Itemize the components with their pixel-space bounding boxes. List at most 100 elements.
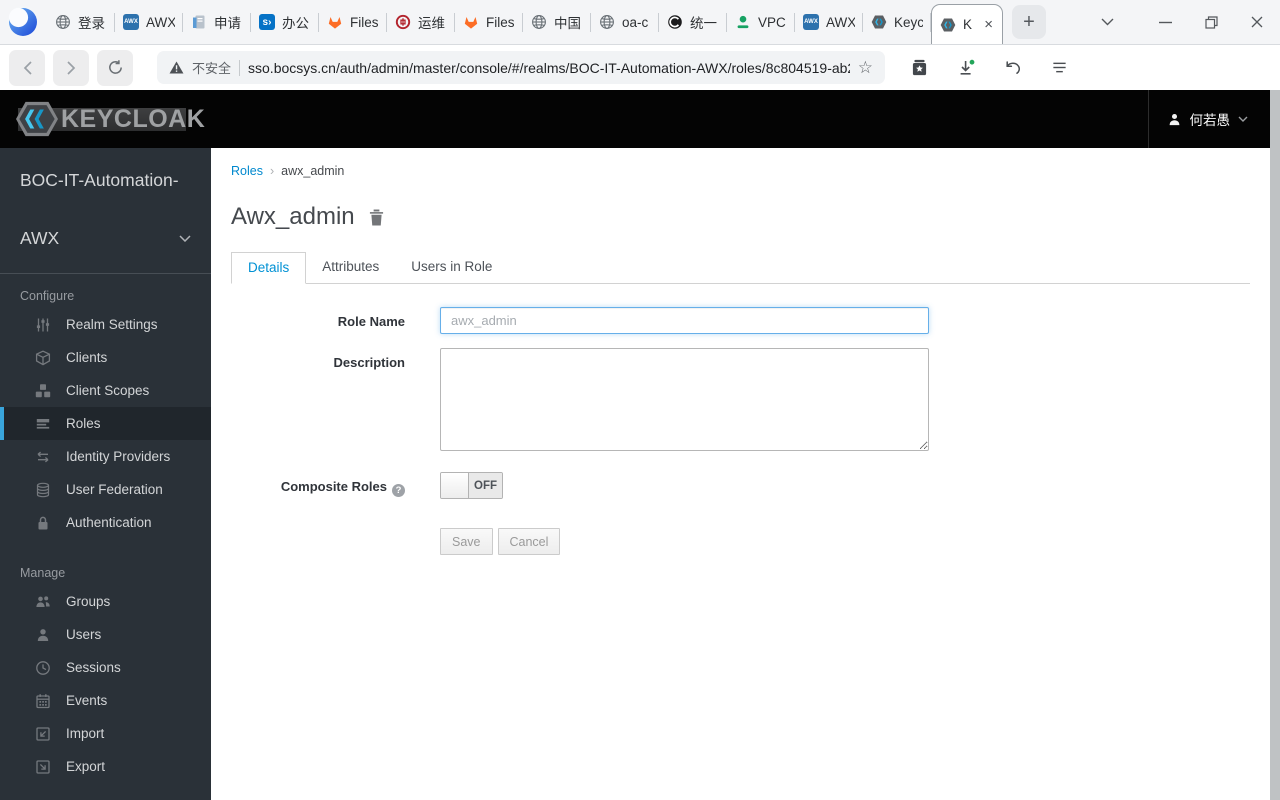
import-icon xyxy=(34,726,52,742)
tab-label: 运维 xyxy=(418,16,445,31)
sidebar-item-clients[interactable]: Clients xyxy=(0,341,211,374)
tab-label: K xyxy=(963,17,973,32)
lock-icon xyxy=(34,515,52,531)
browser-tab-files[interactable]: Files xyxy=(455,0,523,44)
calendar-icon xyxy=(34,693,52,709)
browser-tab-awx[interactable]: AWX AWX xyxy=(795,0,863,44)
sidebar-item-label: Groups xyxy=(66,594,111,609)
collections-icon[interactable] xyxy=(911,59,928,76)
sidebar-item-label: Sessions xyxy=(66,660,121,675)
role-name-label: Role Name xyxy=(337,314,405,329)
tab-users-in-role[interactable]: Users in Role xyxy=(395,252,508,283)
delete-role-trash-icon[interactable] xyxy=(369,209,384,226)
keycloak-logo: KEYCLOAK xyxy=(16,99,205,139)
restore-window-icon[interactable] xyxy=(1188,0,1234,44)
user-menu[interactable]: 何若愚 xyxy=(1147,90,1271,148)
url-field[interactable]: 不安全 sso.bocsys.cn/auth/admin/master/cons… xyxy=(157,51,885,84)
browser-tab-oa-c[interactable]: oa-c xyxy=(591,0,659,44)
sidebar-item-identity-providers[interactable]: Identity Providers xyxy=(0,440,211,473)
sidebar-item-export[interactable]: Export xyxy=(0,750,211,783)
tab-search-chevron-icon[interactable] xyxy=(1084,0,1130,44)
browser-tab-中国[interactable]: 中国 xyxy=(523,0,591,44)
page-scrollbar[interactable] xyxy=(1270,90,1280,800)
download-icon[interactable] xyxy=(957,59,975,77)
sidebar-item-roles[interactable]: Roles xyxy=(0,407,211,440)
tab-label: oa-c xyxy=(622,14,649,30)
composite-roles-toggle[interactable]: OFF xyxy=(440,472,503,499)
sidebar: BOC-IT-Automation- AWX Configure Realm Se… xyxy=(0,148,211,800)
browser-tab-keyc[interactable]: Keyc xyxy=(863,0,931,44)
save-button[interactable]: Save xyxy=(440,528,493,555)
tab-label: AWX xyxy=(826,14,855,30)
browser-tab-awx[interactable]: AWX AWX xyxy=(115,0,183,44)
tab-label: 申请 xyxy=(214,16,241,31)
tab-attributes[interactable]: Attributes xyxy=(306,252,395,283)
browser-tab-k[interactable]: K × xyxy=(931,4,1003,44)
user-icon xyxy=(1167,112,1182,127)
cube-icon xyxy=(34,349,52,366)
bookmark-star-icon[interactable]: ☆ xyxy=(858,58,873,78)
undo-icon[interactable] xyxy=(1004,59,1022,77)
breadcrumb-roles-link[interactable]: Roles xyxy=(231,164,263,178)
tab-details[interactable]: Details xyxy=(231,252,307,284)
sidebar-divider xyxy=(0,273,211,274)
browser-tab-办公[interactable]: s› 办公 xyxy=(251,0,319,44)
role-name-input[interactable] xyxy=(440,307,929,334)
close-window-icon[interactable] xyxy=(1234,0,1280,44)
globe-favicon xyxy=(599,14,615,30)
user-icon xyxy=(34,627,52,643)
tab-label: VPC xyxy=(758,14,786,30)
brand-text: KEYCLOAK xyxy=(61,104,206,133)
sidebar-item-groups[interactable]: Groups xyxy=(0,585,211,618)
realm-selector[interactable]: AWX xyxy=(20,228,191,249)
awx-favicon: AWX xyxy=(123,14,139,30)
tab-label: Files xyxy=(350,14,379,30)
toggle-off-label: OFF xyxy=(469,473,502,498)
close-tab-icon[interactable]: × xyxy=(983,17,994,32)
sidebar-item-sessions[interactable]: Sessions xyxy=(0,651,211,684)
browser-tab-登录[interactable]: 登录 xyxy=(47,0,115,44)
sidebar-item-label: Events xyxy=(66,693,108,708)
sidebar-item-realm-settings[interactable]: Realm Settings xyxy=(0,308,211,341)
breadcrumb: Roles › awx_admin xyxy=(231,164,1250,178)
export-icon xyxy=(34,759,52,775)
browser-tab-vpc[interactable]: VPC xyxy=(727,0,795,44)
description-textarea[interactable] xyxy=(440,348,929,451)
sidebar-item-client-scopes[interactable]: Client Scopes xyxy=(0,374,211,407)
sidebar-item-authentication[interactable]: Authentication xyxy=(0,506,211,539)
menu-icon[interactable] xyxy=(1051,59,1068,76)
browser-tab-统一[interactable]: 统一 xyxy=(659,0,727,44)
users-icon xyxy=(34,594,52,610)
database-icon xyxy=(34,482,52,498)
browser-tab-申请[interactable]: 申请 xyxy=(183,0,251,44)
person-favicon xyxy=(735,14,751,30)
keycloak-header: KEYCLOAK 何若愚 xyxy=(0,90,1270,148)
security-label[interactable]: 不安全 xyxy=(192,58,231,77)
url-text[interactable]: sso.bocsys.cn/auth/admin/master/console/… xyxy=(248,60,850,76)
new-tab-button[interactable]: + xyxy=(1012,5,1046,39)
minimize-icon[interactable] xyxy=(1142,0,1188,44)
forward-icon[interactable] xyxy=(53,49,89,86)
security-warning-icon[interactable] xyxy=(169,61,184,74)
browser-tab-files[interactable]: Files xyxy=(319,0,387,44)
browser-tab-strip: 登录 AWX AWX 申请 s› 办公 Files 运维 Files 中国 oa-c 统一 VPC AWX… xyxy=(0,0,1280,45)
cancel-button[interactable]: Cancel xyxy=(497,528,561,555)
gitlab-favicon xyxy=(463,14,479,30)
gitlab-favicon xyxy=(327,14,343,30)
realm-chevron-icon xyxy=(179,235,191,242)
help-icon[interactable]: ? xyxy=(392,484,405,497)
reload-icon[interactable] xyxy=(97,49,133,86)
sidebar-item-events[interactable]: Events xyxy=(0,684,211,717)
description-label: Description xyxy=(333,355,405,370)
tab-label: AWX xyxy=(146,14,175,30)
keycloak-favicon xyxy=(871,14,887,30)
realm-name-line2: AWX xyxy=(20,228,60,248)
sidebar-item-import[interactable]: Import xyxy=(0,717,211,750)
browser-tab-运维[interactable]: 运维 xyxy=(387,0,455,44)
back-icon[interactable] xyxy=(9,49,45,86)
sidebar-item-users[interactable]: Users xyxy=(0,618,211,651)
boc-favicon xyxy=(395,14,411,30)
realm-name-line1: BOC-IT-Automation- xyxy=(20,170,179,190)
browser-logo-icon[interactable] xyxy=(6,5,40,39)
sidebar-item-user-federation[interactable]: User Federation xyxy=(0,473,211,506)
